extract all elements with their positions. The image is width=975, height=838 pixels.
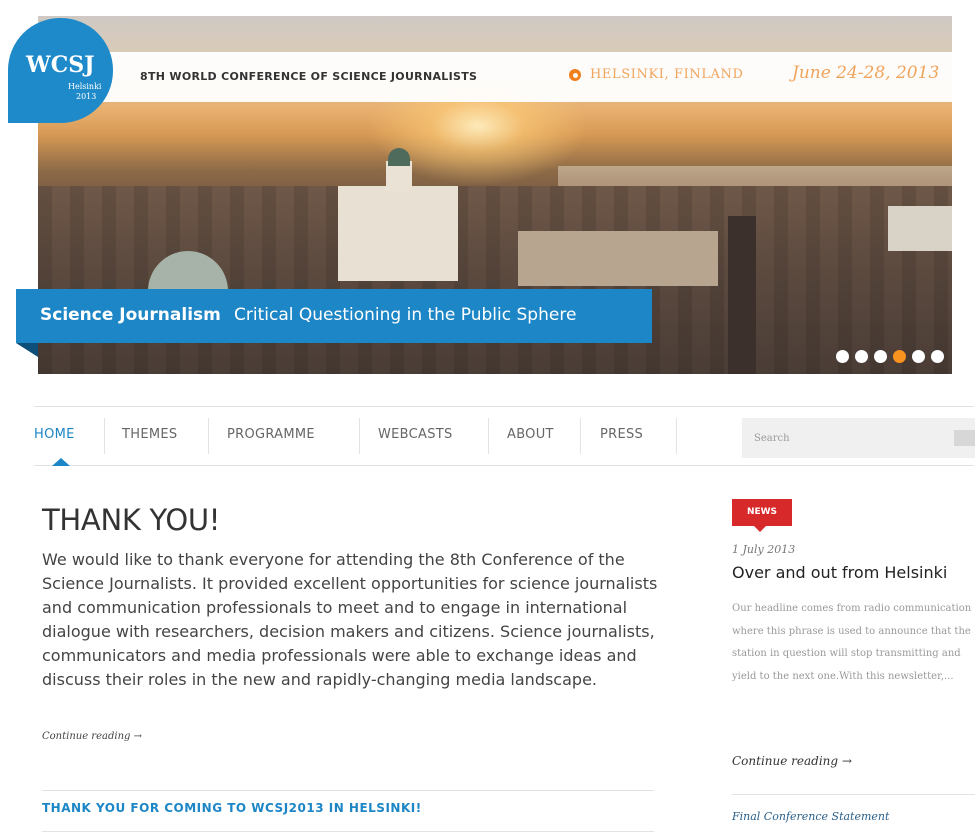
final-statement-link[interactable]: Final Conference Statement xyxy=(732,810,889,823)
hero-tagline: Science Journalism Critical Questioning … xyxy=(16,289,652,343)
nav-home[interactable]: HOME xyxy=(34,427,75,442)
divider xyxy=(42,790,654,791)
nav-programme[interactable]: PROGRAMME xyxy=(227,427,315,442)
conference-location: HELSINKI, FINLAND xyxy=(590,67,744,82)
search-button[interactable] xyxy=(954,430,975,446)
slider-dot[interactable] xyxy=(893,350,906,363)
nav-separator xyxy=(104,418,105,454)
slider-dot[interactable] xyxy=(931,350,944,363)
slider-dot[interactable] xyxy=(874,350,887,363)
news-badge: NEWS xyxy=(732,499,792,532)
church-spire xyxy=(728,216,756,374)
continue-reading-link[interactable]: Continue reading → xyxy=(42,731,142,742)
building xyxy=(518,231,718,286)
nav-separator xyxy=(676,418,677,454)
news-date: 1 July 2013 xyxy=(732,543,796,556)
logo-text: WCSJ xyxy=(26,52,95,78)
logo-year: 2013 xyxy=(76,92,97,101)
bullet-circle-icon xyxy=(569,69,581,81)
article-heading-link[interactable]: THANK YOU FOR COMING TO WCSJ2013 IN HELS… xyxy=(42,801,422,815)
tagline-rest: Critical Questioning in the Public Spher… xyxy=(234,305,577,325)
divider xyxy=(732,794,975,795)
search-box xyxy=(742,418,975,458)
divider xyxy=(42,831,654,832)
nav-themes[interactable]: THEMES xyxy=(122,427,177,442)
active-indicator-icon xyxy=(52,458,70,466)
news-continue-reading-link[interactable]: Continue reading → xyxy=(732,754,852,768)
nav-separator xyxy=(580,418,581,454)
news-title-link[interactable]: Over and out from Helsinki xyxy=(732,563,947,582)
slider-dot[interactable] xyxy=(855,350,868,363)
article-body: We would like to thank everyone for atte… xyxy=(42,550,658,689)
nav-webcasts[interactable]: WEBCASTS xyxy=(378,427,453,442)
slider-dot[interactable] xyxy=(836,350,849,363)
conference-header-bar: 8TH WORLD CONFERENCE OF SCIENCE JOURNALI… xyxy=(102,52,975,102)
nav-about[interactable]: ABOUT xyxy=(507,427,554,442)
news-excerpt: Our headline comes from radio communicat… xyxy=(732,603,972,682)
nav-press[interactable]: PRESS xyxy=(600,427,643,442)
helsinki-cathedral xyxy=(338,186,458,281)
slider-dot[interactable] xyxy=(912,350,925,363)
building xyxy=(888,206,952,251)
conference-dates: June 24-28, 2013 xyxy=(792,63,940,83)
search-input[interactable] xyxy=(742,418,942,458)
conference-title: 8TH WORLD CONFERENCE OF SCIENCE JOURNALI… xyxy=(140,70,478,83)
page-title: THANK YOU! xyxy=(42,503,221,537)
nav-separator xyxy=(208,418,209,454)
main-nav: HOME THEMES PROGRAMME WEBCASTS ABOUT PRE… xyxy=(34,406,677,466)
wcsj-logo[interactable]: WCSJ Helsinki 2013 xyxy=(8,18,113,123)
nav-separator xyxy=(359,418,360,454)
tagline-strong: Science Journalism xyxy=(40,305,221,325)
cathedral-dome xyxy=(388,148,410,166)
nav-separator xyxy=(488,418,489,454)
logo-city: Helsinki xyxy=(68,82,102,91)
tagline-fold xyxy=(16,343,38,357)
